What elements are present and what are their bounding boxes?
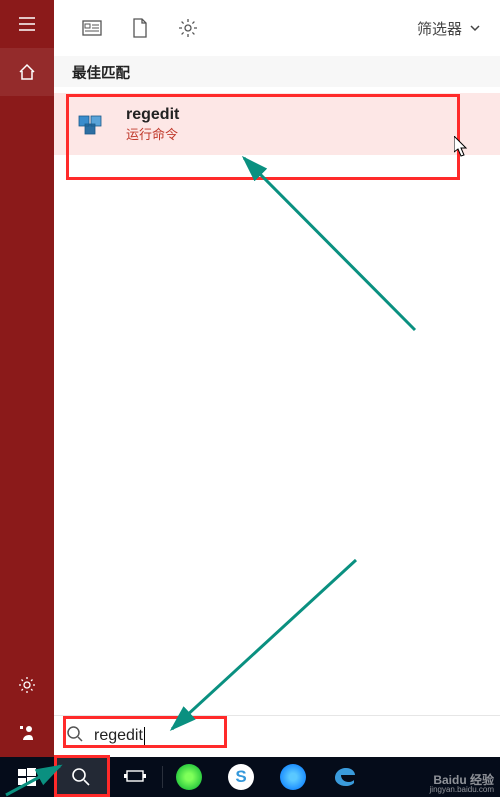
chevron-down-icon <box>468 21 482 35</box>
windows-icon <box>18 768 36 786</box>
browser-sogou-icon: S <box>228 764 254 790</box>
sidebar-settings[interactable] <box>0 661 54 709</box>
sidebar-feedback[interactable] <box>0 709 54 757</box>
browser-360-icon <box>176 764 202 790</box>
settings-filter[interactable] <box>168 8 208 48</box>
regedit-icon <box>72 105 110 143</box>
result-subtitle: 运行命令 <box>126 124 179 143</box>
taskbar-search[interactable] <box>54 757 108 797</box>
document-icon <box>130 17 150 39</box>
window-icon <box>81 17 103 39</box>
documents-filter[interactable] <box>120 8 160 48</box>
app-edge[interactable] <box>319 757 371 797</box>
taskview-icon <box>124 768 146 786</box>
result-regedit[interactable]: regedit 运行命令 <box>54 93 500 155</box>
toolbar: 筛选器 <box>54 0 500 56</box>
home-button[interactable] <box>0 48 54 96</box>
app-qq[interactable] <box>267 757 319 797</box>
taskbar: S <box>0 757 500 797</box>
filter-dropdown[interactable]: 筛选器 <box>417 18 482 39</box>
cortana-sidebar <box>0 0 54 757</box>
hamburger-icon <box>17 14 37 34</box>
edge-icon <box>332 764 358 790</box>
filter-label: 筛选器 <box>417 18 462 39</box>
start-button[interactable] <box>0 757 54 797</box>
gear-icon <box>177 17 199 39</box>
search-icon <box>71 767 91 787</box>
app-sogou[interactable]: S <box>215 757 267 797</box>
person-icon <box>17 723 37 743</box>
home-icon <box>17 62 37 82</box>
search-panel: 筛选器 最佳匹配 regedit <box>54 0 500 757</box>
results-list: regedit 运行命令 <box>54 87 500 715</box>
task-view[interactable] <box>108 757 162 797</box>
section-best-match: 最佳匹配 <box>54 56 500 87</box>
result-title: regedit <box>126 106 179 124</box>
app-360[interactable] <box>163 757 215 797</box>
search-bar[interactable]: regedit <box>54 715 500 757</box>
hamburger-menu[interactable] <box>0 0 54 48</box>
gear-icon <box>17 675 37 695</box>
apps-filter[interactable] <box>72 8 112 48</box>
browser-qq-icon <box>280 764 306 790</box>
